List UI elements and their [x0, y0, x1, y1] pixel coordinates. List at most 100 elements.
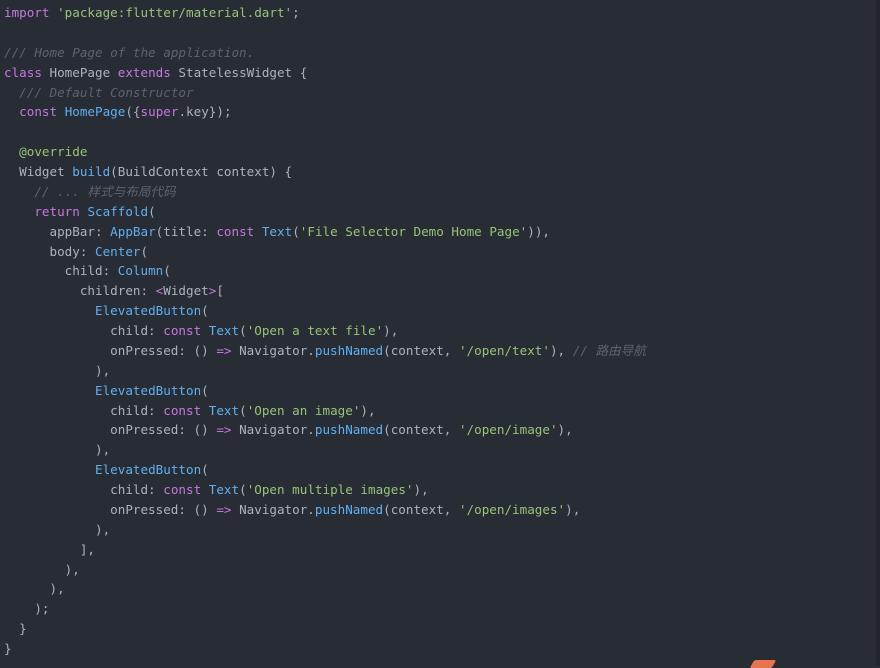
code-token: StatelessWidget — [170, 64, 300, 80]
code-token: '/open/images' — [458, 501, 566, 517]
code-token: const — [163, 482, 202, 497]
code-line[interactable]: children: <Widget>[ — [4, 281, 646, 301]
code-line[interactable]: /// Home Page of the application. — [4, 43, 646, 63]
code-token: ElevatedButton — [95, 462, 202, 478]
code-line[interactable]: child: const Text('Open multiple images'… — [4, 480, 646, 500]
code-token: [ — [216, 283, 224, 299]
code-token: const — [163, 402, 202, 418]
code-token: Text — [208, 482, 240, 497]
code-token: HomePage — [41, 64, 118, 80]
code-block[interactable]: import 'package:flutter/material.dart'; … — [4, 3, 646, 659]
code-line[interactable]: } — [4, 639, 646, 659]
code-token: ), — [557, 422, 573, 438]
code-token: { — [299, 64, 308, 80]
code-token: (BuildContext context) { — [110, 164, 293, 179]
code-token: Text — [208, 402, 240, 418]
code-token: super — [140, 104, 179, 120]
code-line[interactable]: ElevatedButton( — [4, 460, 646, 480]
code-line[interactable]: ElevatedButton( — [4, 381, 646, 401]
code-token: ), — [383, 323, 399, 338]
code-line[interactable]: appBar: AppBar(title: const Text('File S… — [4, 222, 646, 242]
code-token: ({ — [125, 104, 141, 120]
code-token: HomePage — [64, 104, 126, 120]
code-token: ), — [4, 581, 65, 597]
code-token: 'Open a text file' — [246, 323, 384, 338]
code-line[interactable]: ), — [4, 361, 646, 381]
code-token: child: — [4, 263, 118, 279]
code-token: pushNamed — [314, 501, 384, 517]
code-line[interactable]: class HomePage extends StatelessWidget { — [4, 63, 646, 83]
code-token: // ... 样式与布局代码 — [34, 183, 176, 199]
code-token: Center — [95, 243, 141, 259]
code-token: ), — [4, 521, 111, 537]
code-line[interactable] — [4, 122, 646, 142]
code-token: /// Default Constructor — [19, 84, 194, 100]
code-line[interactable]: body: Center( — [4, 242, 646, 262]
code-token: ], — [4, 541, 95, 557]
code-line[interactable]: ); — [4, 599, 646, 619]
code-line[interactable]: ElevatedButton( — [4, 301, 646, 321]
code-line[interactable]: ), — [4, 579, 646, 599]
code-token: (context, — [383, 422, 459, 438]
code-token: // 路由导航 — [572, 342, 646, 358]
code-line[interactable]: @override — [4, 142, 646, 162]
code-token: ( — [239, 482, 247, 497]
code-line[interactable]: Widget build(BuildContext context) { — [4, 162, 646, 182]
code-token: Navigator. — [231, 422, 315, 438]
code-line[interactable]: ], — [4, 540, 646, 560]
code-token: return — [34, 203, 80, 219]
code-editor[interactable]: import 'package:flutter/material.dart'; … — [0, 0, 876, 665]
code-line[interactable]: ), — [4, 440, 646, 460]
code-token: extends — [117, 64, 171, 80]
code-token: ( — [163, 263, 171, 279]
code-line[interactable]: ), — [4, 560, 646, 580]
code-line[interactable]: onPressed: () => Navigator.pushNamed(con… — [4, 420, 646, 440]
code-line[interactable]: child: const Text('Open a text file'), — [4, 321, 646, 341]
code-line[interactable]: /// Default Constructor — [4, 83, 646, 103]
code-line[interactable]: } — [4, 619, 646, 639]
code-line[interactable]: return Scaffold( — [4, 202, 646, 222]
code-token: ), — [4, 561, 80, 577]
pointer-icon — [749, 660, 777, 668]
code-line[interactable]: child: const Text('Open an image'), — [4, 401, 646, 421]
code-token: Widget — [4, 164, 73, 179]
code-line[interactable]: onPressed: () => Navigator.pushNamed(con… — [4, 341, 646, 361]
code-token: ), — [549, 342, 573, 358]
code-token: body: — [4, 243, 95, 259]
code-token: Navigator. — [231, 342, 315, 358]
code-token: ), — [4, 442, 111, 458]
code-token: Column — [117, 263, 164, 279]
code-token: .key}); — [178, 104, 232, 120]
code-token: ), — [565, 501, 581, 517]
code-token: ( — [140, 243, 149, 259]
code-token: } — [4, 621, 27, 637]
code-token: child: — [4, 482, 164, 497]
code-line[interactable]: // ... 样式与布局代码 — [4, 182, 646, 202]
code-token: const — [163, 323, 202, 338]
code-token: class — [4, 64, 42, 80]
code-line[interactable]: const HomePage({super.key}); — [4, 102, 646, 122]
code-token: AppBar — [110, 223, 156, 239]
code-line[interactable]: ), — [4, 520, 646, 540]
code-token: ( — [201, 303, 209, 319]
code-token: Text — [208, 323, 240, 338]
code-token: (context, — [383, 501, 459, 517]
code-line[interactable]: child: Column( — [4, 261, 646, 281]
code-token: ElevatedButton — [95, 382, 202, 398]
code-line[interactable] — [4, 23, 646, 43]
code-token: 'Open an image' — [246, 402, 361, 418]
code-line[interactable]: import 'package:flutter/material.dart'; — [4, 3, 646, 23]
code-token: (title: — [155, 223, 217, 239]
code-line[interactable]: onPressed: () => Navigator.pushNamed(con… — [4, 500, 646, 520]
code-token: ( — [239, 402, 247, 418]
code-token: pushNamed — [314, 422, 384, 438]
